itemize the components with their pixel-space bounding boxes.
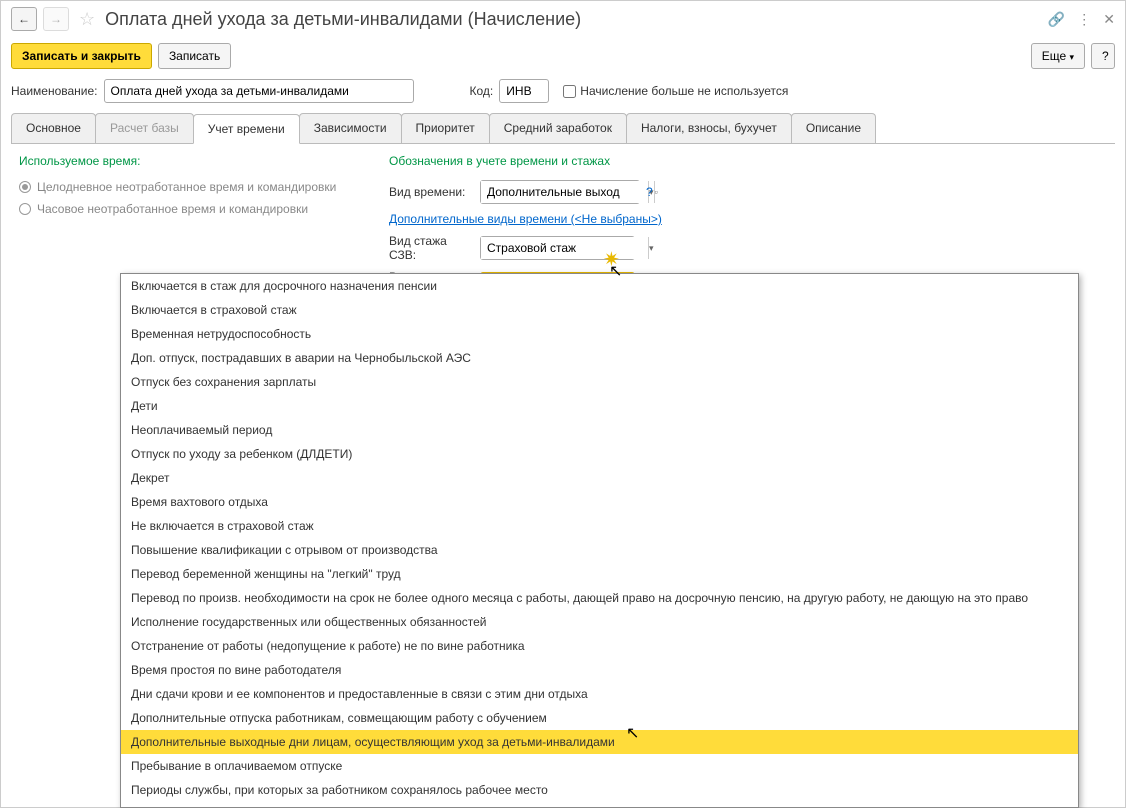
szv-label: Вид стажа СЗВ: <box>389 234 474 262</box>
time-type-select[interactable]: ▾ ▫ <box>480 180 640 204</box>
dropdown-item[interactable]: Перевод беременной женщины на "легкий" т… <box>121 562 1078 586</box>
dropdown-item[interactable]: Дети <box>121 394 1078 418</box>
dropdown-item[interactable]: Включается в стаж для досрочного назначе… <box>121 274 1078 298</box>
tab-2[interactable]: Учет времени <box>193 114 300 144</box>
link-icon[interactable]: 🔗 <box>1048 11 1065 28</box>
chevron-down-icon: ▾ <box>1069 52 1074 62</box>
dropdown-item[interactable]: Время вахтового отдыха <box>121 490 1078 514</box>
dropdown-item[interactable]: Доп. отпуск, пострадавших в аварии на Че… <box>121 346 1078 370</box>
tab-5[interactable]: Средний заработок <box>489 113 627 143</box>
dropdown-item[interactable]: Неоплачиваемый период <box>121 418 1078 442</box>
tab-4[interactable]: Приоритет <box>401 113 490 143</box>
dropdown-item[interactable]: Перевод по произв. необходимости на срок… <box>121 586 1078 610</box>
tab-3[interactable]: Зависимости <box>299 113 402 143</box>
dropdown-item[interactable]: Дополнительные отпуска работникам, совме… <box>121 706 1078 730</box>
dropdown-item[interactable]: Декрет <box>121 466 1078 490</box>
nav-back-button[interactable]: ← <box>11 7 37 31</box>
window-title: Оплата дней ухода за детьми-инвалидами (… <box>105 9 1042 30</box>
name-input[interactable] <box>104 79 414 103</box>
right-section-title: Обозначения в учете времени и стажах <box>389 154 662 168</box>
disabled-checkbox[interactable] <box>563 85 576 98</box>
dropdown-item[interactable]: Отпуск по уходу за ребенком (ДЛДЕТИ) <box>121 442 1078 466</box>
nav-forward-button[interactable]: → <box>43 7 69 31</box>
dropdown-item[interactable]: Исполнение государственных или обществен… <box>121 610 1078 634</box>
dropdown-item[interactable]: Периоды службы, при которых за работнико… <box>121 778 1078 802</box>
extra-time-types-link[interactable]: Дополнительные виды времени (<Не выбраны… <box>389 212 662 226</box>
szv-input[interactable] <box>481 237 648 259</box>
dropdown-item[interactable]: Не включается в страховой стаж <box>121 514 1078 538</box>
chevron-down-icon[interactable]: ▾ <box>648 237 654 259</box>
menu-dots-icon[interactable]: ⋮ <box>1077 11 1091 28</box>
more-button[interactable]: Еще ▾ <box>1031 43 1085 69</box>
dropdown-item[interactable]: Повышение квалификации с отрывом от прои… <box>121 538 1078 562</box>
help-icon[interactable]: ? <box>646 185 653 199</box>
save-close-button[interactable]: Записать и закрыть <box>11 43 152 69</box>
help-button[interactable]: ? <box>1091 43 1115 69</box>
pfr-dropdown[interactable]: Включается в стаж для досрочного назначе… <box>120 273 1079 808</box>
time-type-input[interactable] <box>481 181 648 203</box>
tab-7[interactable]: Описание <box>791 113 876 143</box>
dropdown-item[interactable]: Включается в страховой стаж <box>121 298 1078 322</box>
dropdown-item[interactable]: Дни сдачи крови и ее компонентов и предо… <box>121 682 1078 706</box>
dropdown-item[interactable]: Повышение квалификации (прохождение неза… <box>121 802 1078 808</box>
dropdown-item[interactable]: Отстранение от работы (недопущение к раб… <box>121 634 1078 658</box>
dropdown-item[interactable]: Время простоя по вине работодателя <box>121 658 1078 682</box>
close-icon[interactable]: ✕ <box>1103 11 1115 28</box>
radio-full-day[interactable]: Целодневное неотработанное время и коман… <box>19 180 369 194</box>
szv-select[interactable]: ▾ <box>480 236 635 260</box>
radio-icon <box>19 181 31 193</box>
tab-0[interactable]: Основное <box>11 113 96 143</box>
disabled-label: Начисление больше не используется <box>580 84 788 98</box>
radio-icon <box>19 203 31 215</box>
tab-6[interactable]: Налоги, взносы, бухучет <box>626 113 792 143</box>
save-button[interactable]: Записать <box>158 43 231 69</box>
dropdown-item[interactable]: Пребывание в оплачиваемом отпуске <box>121 754 1078 778</box>
time-type-label: Вид времени: <box>389 185 474 199</box>
radio-hourly[interactable]: Часовое неотработанное время и командиро… <box>19 202 369 216</box>
favorite-star-icon[interactable]: ☆ <box>79 9 95 30</box>
code-input[interactable] <box>499 79 549 103</box>
name-label: Наименование: <box>11 84 98 98</box>
left-section-title: Используемое время: <box>19 154 369 168</box>
open-dialog-icon[interactable]: ▫ <box>654 181 658 203</box>
dropdown-item[interactable]: Временная нетрудоспособность <box>121 322 1078 346</box>
dropdown-item[interactable]: Отпуск без сохранения зарплаты <box>121 370 1078 394</box>
code-label: Код: <box>470 84 494 98</box>
tab-1[interactable]: Расчет базы <box>95 113 194 143</box>
dropdown-item[interactable]: Дополнительные выходные дни лицам, осуще… <box>121 730 1078 754</box>
